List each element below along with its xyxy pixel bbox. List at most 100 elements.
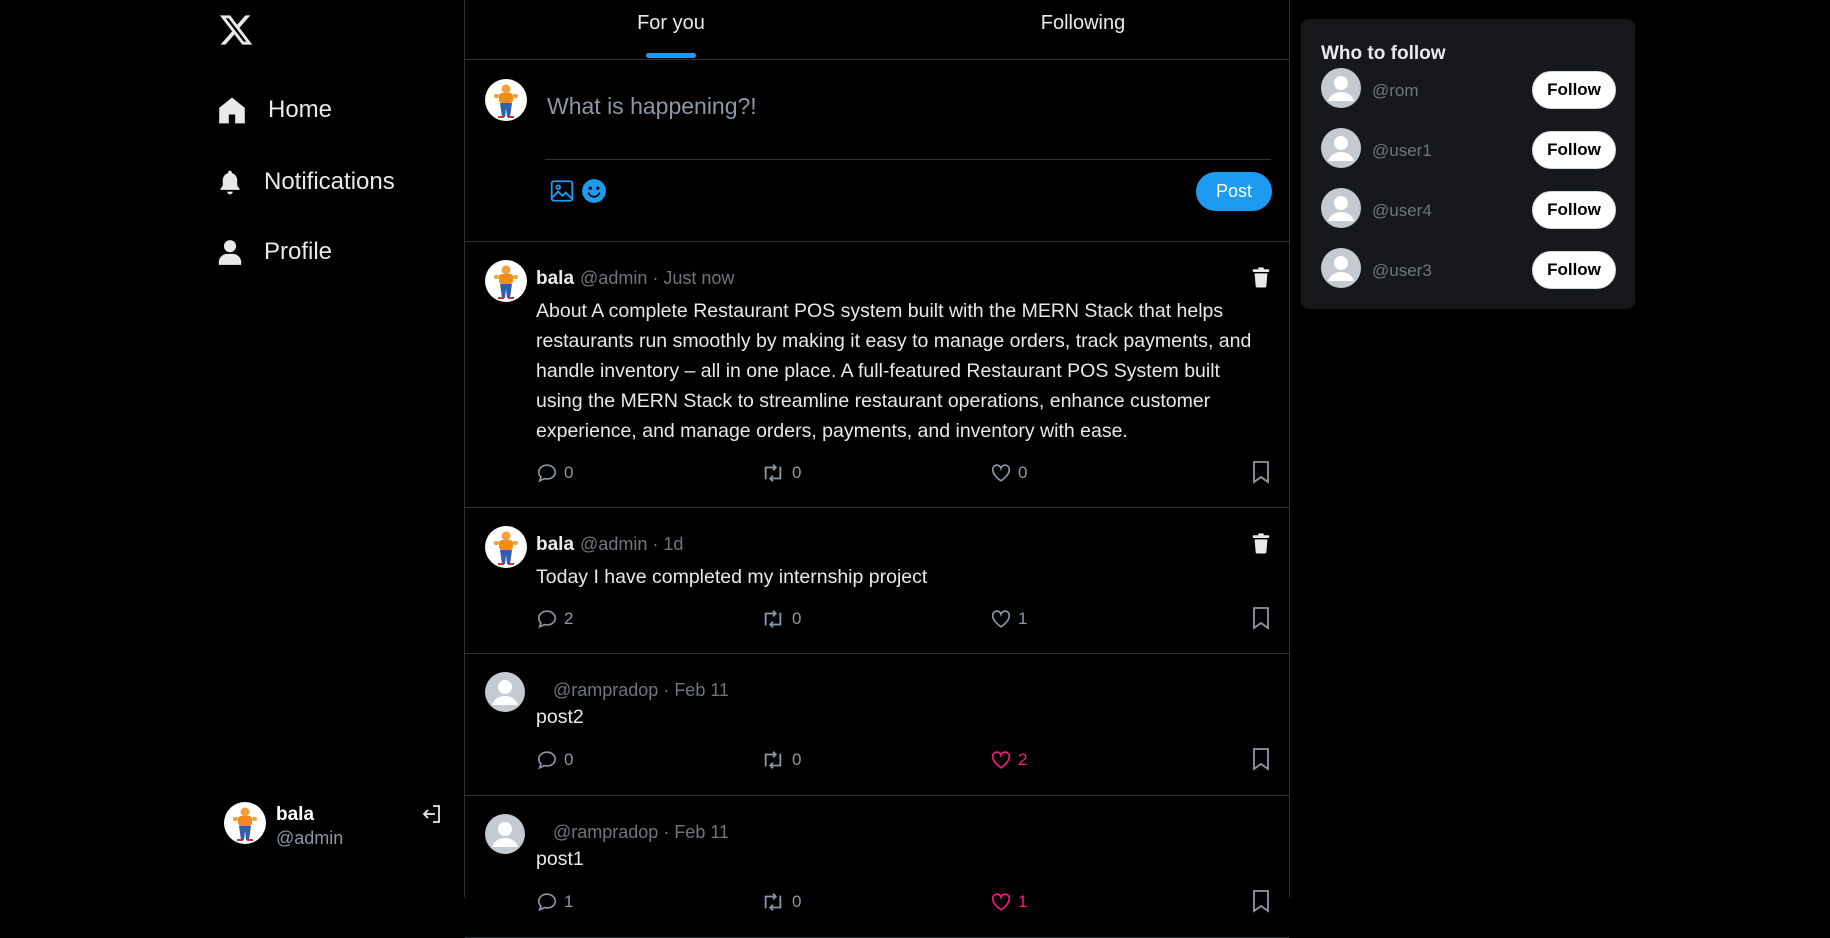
reply-button[interactable]: 2	[536, 608, 573, 630]
reply-count: 1	[564, 892, 574, 911]
post-text: Today I have completed my internship pro…	[536, 566, 928, 588]
like-button[interactable]: 1	[990, 608, 1027, 630]
bookmark-icon[interactable]	[1251, 606, 1271, 630]
comment-icon	[537, 893, 557, 912]
follow-suggestion[interactable]: @user4 Follow	[1321, 188, 1621, 232]
avatar[interactable]	[485, 526, 527, 568]
suggestion-handle: @rom	[1372, 81, 1419, 100]
home-icon	[219, 97, 245, 124]
divider	[545, 159, 1271, 160]
post[interactable]: bala @admin · 1d Today I have completed m…	[465, 508, 1289, 654]
suggestion-handle: @user1	[1372, 141, 1432, 160]
post-meta: @rampradop · Feb 11	[553, 680, 730, 700]
avatar	[485, 79, 527, 121]
bookmark-icon[interactable]	[1251, 747, 1271, 771]
repost-icon	[764, 464, 782, 482]
trash-icon[interactable]	[1250, 532, 1272, 554]
post[interactable]: @rampradop · Feb 11 post2 0 0 2	[465, 654, 1289, 796]
avatar[interactable]	[485, 672, 525, 712]
post[interactable]: @rampradop · Feb 11 post1 1 0 1	[465, 796, 1289, 938]
follow-suggestion[interactable]: @user1 Follow	[1321, 128, 1621, 172]
post-text: post1	[536, 848, 584, 870]
post-button[interactable]: Post	[1196, 172, 1272, 211]
repost-button[interactable]: 0	[760, 462, 801, 484]
repost-count: 0	[792, 892, 802, 911]
reply-count: 0	[564, 463, 574, 482]
repost-count: 0	[792, 750, 802, 769]
repost-button[interactable]: 0	[760, 608, 801, 630]
avatar[interactable]	[485, 260, 527, 302]
sidebar-item-home[interactable]: Home	[216, 86, 332, 134]
avatar[interactable]	[485, 814, 525, 854]
avatar	[1321, 128, 1361, 168]
repost-icon	[764, 751, 782, 769]
like-count: 1	[1018, 609, 1028, 628]
who-to-follow-panel: Who to follow @rom Follow @user1 Follow …	[1301, 19, 1635, 309]
like-button[interactable]: 2	[990, 749, 1027, 771]
follow-button[interactable]: Follow	[1532, 191, 1616, 229]
compose-box: Post	[465, 59, 1289, 242]
avatar	[224, 802, 266, 844]
tab-following[interactable]: Following	[877, 0, 1289, 59]
repost-button[interactable]: 0	[760, 891, 801, 913]
sidebar-item-profile[interactable]: Profile	[216, 228, 332, 276]
post[interactable]: bala @admin · Just now About A complete R…	[465, 242, 1289, 508]
repost-count: 0	[792, 609, 802, 628]
post-header: @rampradop · Feb 11	[547, 680, 729, 702]
account-switcher[interactable]: bala @admin	[224, 800, 454, 850]
post-text: post2	[536, 706, 584, 728]
main-feed: For you Following What is happening?! Po…	[464, 0, 1290, 938]
sidebar-item-notifications[interactable]: Notifications	[216, 158, 395, 206]
heart-icon	[991, 751, 1011, 769]
trash-icon[interactable]	[1250, 266, 1272, 288]
repost-button[interactable]: 0	[760, 749, 801, 771]
suggestion-handle: @user3	[1372, 261, 1432, 280]
bookmark-icon[interactable]	[1251, 889, 1271, 913]
post-meta: @admin · 1d	[580, 534, 684, 554]
avatar	[1321, 68, 1361, 108]
emoji-icon[interactable]	[581, 178, 607, 204]
follow-button[interactable]: Follow	[1532, 131, 1616, 169]
heart-icon	[991, 893, 1011, 911]
sidebar-item-label: Home	[268, 96, 333, 123]
x-logo-icon[interactable]	[218, 12, 254, 48]
feed-tabs: For you Following	[465, 0, 1289, 60]
comment-icon	[537, 464, 557, 483]
tab-label: For you	[637, 12, 705, 34]
post-author-name[interactable]: bala	[536, 268, 574, 289]
reply-button[interactable]: 0	[536, 749, 573, 771]
bookmark-icon[interactable]	[1251, 460, 1271, 484]
post-header: @rampradop · Feb 11	[547, 822, 729, 844]
heart-icon	[991, 610, 1011, 628]
post-header: bala @admin · 1d	[536, 534, 683, 556]
compose-input[interactable]	[545, 81, 1269, 131]
panel-title: Who to follow	[1321, 43, 1446, 64]
post-header: bala @admin · Just now	[536, 268, 734, 290]
like-button[interactable]: 0	[990, 462, 1027, 484]
reply-count: 0	[564, 750, 574, 769]
image-icon[interactable]	[549, 178, 575, 204]
post-text: About A complete Restaurant POS system b…	[536, 300, 1252, 442]
post-meta: @rampradop · Feb 11	[553, 822, 730, 842]
reply-button[interactable]: 1	[536, 891, 573, 913]
like-button[interactable]: 1	[990, 891, 1027, 913]
reply-button[interactable]: 0	[536, 462, 573, 484]
repost-count: 0	[792, 463, 802, 482]
follow-suggestion[interactable]: @user3 Follow	[1321, 248, 1621, 292]
account-handle: @admin	[276, 828, 344, 848]
avatar	[1321, 248, 1361, 288]
follow-button[interactable]: Follow	[1532, 251, 1616, 289]
follow-button[interactable]: Follow	[1532, 71, 1616, 109]
logout-icon[interactable]	[420, 802, 444, 826]
like-count: 0	[1018, 463, 1028, 482]
comment-icon	[537, 751, 557, 770]
tab-for-you[interactable]: For you	[465, 0, 877, 59]
follow-suggestion[interactable]: @rom Follow	[1321, 68, 1621, 112]
sidebar-item-label: Profile	[264, 238, 333, 265]
reply-count: 2	[564, 609, 574, 628]
tab-label: Following	[1040, 12, 1126, 34]
bell-icon	[220, 170, 240, 195]
post-author-name[interactable]: bala	[536, 534, 574, 555]
repost-icon	[764, 610, 782, 628]
comment-icon	[537, 610, 557, 629]
